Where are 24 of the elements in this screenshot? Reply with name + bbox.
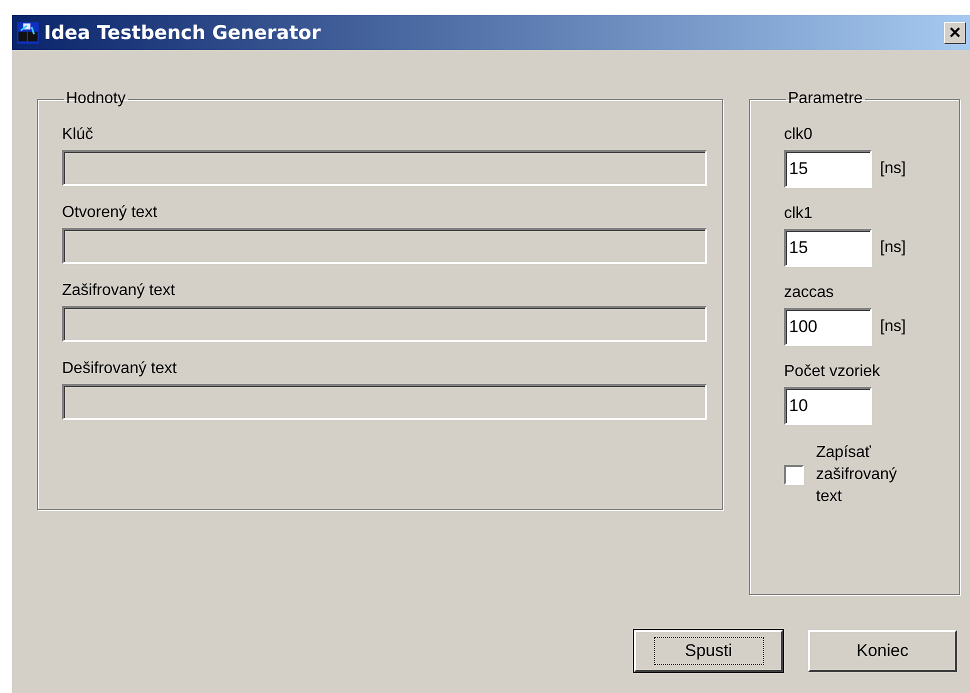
unit-label: [ns] — [880, 318, 906, 336]
group-title: Parametre — [787, 90, 864, 108]
close-button[interactable]: × — [944, 22, 966, 44]
field-label: Klúč — [62, 126, 94, 144]
number-field[interactable]: 100 — [784, 308, 872, 346]
field-label: zaccas — [784, 284, 835, 302]
field-label: Dešifrovaný text — [62, 360, 178, 378]
number-field[interactable]: 15 — [784, 150, 872, 188]
unit-label: [ns] — [880, 160, 906, 178]
field-label: Zašifrovaný text — [62, 282, 176, 300]
checkbox-label: Zapísať zašifrovaný text — [816, 443, 898, 507]
dialog-button[interactable]: Koniec — [808, 630, 957, 672]
field-label: Počet vzoriek — [784, 363, 882, 381]
number-field[interactable]: 10 — [784, 387, 872, 425]
field-label: clk1 — [784, 205, 814, 223]
group-title: Hodnoty — [65, 90, 127, 108]
window-title: Idea Testbench Generator — [44, 22, 322, 44]
number-field[interactable]: 15 — [784, 229, 872, 267]
checkbox[interactable] — [784, 465, 804, 485]
field-label: Otvorený text — [62, 204, 158, 222]
dialog-button[interactable]: Spusti — [634, 630, 783, 672]
blocks-icon — [16, 20, 40, 44]
field-label: clk0 — [784, 126, 814, 144]
unit-label: [ns] — [880, 239, 906, 257]
